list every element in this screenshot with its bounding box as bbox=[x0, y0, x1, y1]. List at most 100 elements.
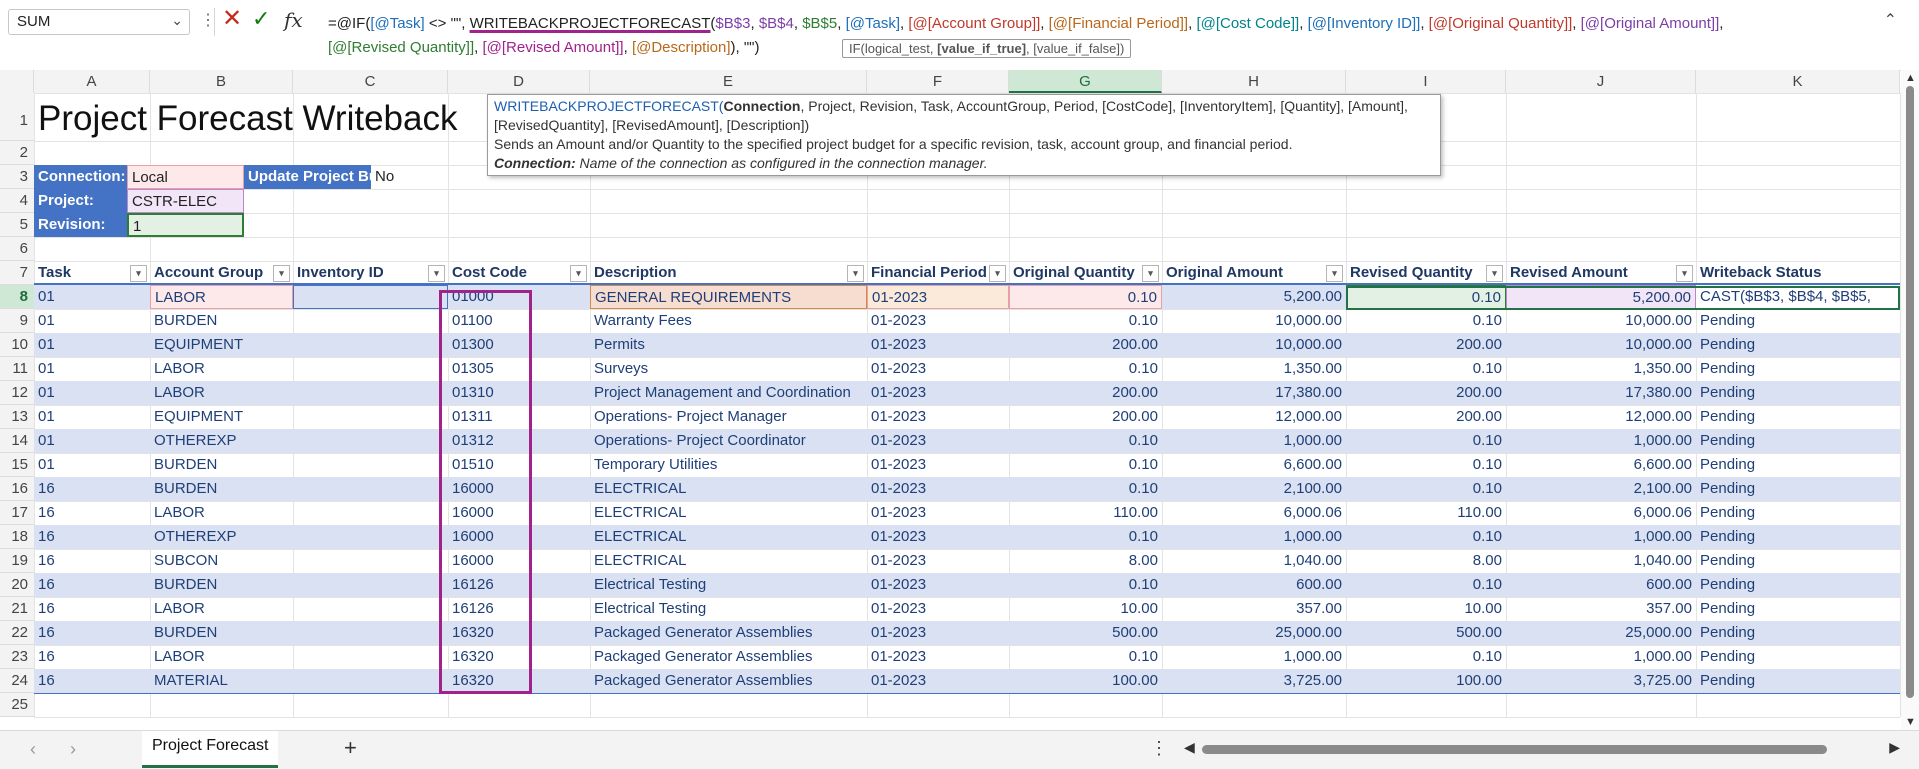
table-cell[interactable]: MATERIAL bbox=[150, 669, 293, 693]
table-cell[interactable] bbox=[293, 501, 448, 525]
row-header-20[interactable]: 20 bbox=[0, 573, 34, 597]
table-cell[interactable]: 10,000.00 bbox=[1506, 333, 1696, 357]
row-header-7[interactable]: 7 bbox=[0, 261, 34, 285]
table-cell[interactable]: 10,000.00 bbox=[1506, 309, 1696, 333]
row-header-15[interactable]: 15 bbox=[0, 453, 34, 477]
table-cell[interactable]: Pending bbox=[1696, 381, 1900, 405]
enter-check-icon[interactable]: ✓ bbox=[252, 7, 270, 31]
table-cell[interactable]: 01 bbox=[34, 405, 150, 429]
table-cell[interactable]: 0.10 bbox=[1009, 285, 1162, 309]
table-cell[interactable]: 1,350.00 bbox=[1506, 357, 1696, 381]
table-cell[interactable]: 1,000.00 bbox=[1162, 645, 1346, 669]
table-cell[interactable]: Surveys bbox=[590, 357, 867, 381]
filter-dropdown-icon[interactable]: ▾ bbox=[570, 265, 587, 282]
table-cell[interactable]: 01-2023 bbox=[867, 525, 1009, 549]
row-header-2[interactable]: 2 bbox=[0, 141, 34, 165]
table-cell[interactable]: 600.00 bbox=[1506, 573, 1696, 597]
table-cell[interactable]: 8.00 bbox=[1346, 549, 1506, 573]
table-cell[interactable]: 16 bbox=[34, 573, 150, 597]
column-header-g[interactable]: G bbox=[1009, 70, 1162, 93]
column-header-f[interactable]: F bbox=[867, 70, 1009, 93]
table-cell[interactable]: 110.00 bbox=[1009, 501, 1162, 525]
worksheet-grid[interactable]: Project Forecast Writeback Connection: L… bbox=[34, 93, 1901, 723]
table-cell[interactable]: Electrical Testing bbox=[590, 573, 867, 597]
table-cell[interactable]: 0.10 bbox=[1009, 453, 1162, 477]
table-cell[interactable]: Pending bbox=[1696, 501, 1900, 525]
table-cell[interactable]: Pending bbox=[1696, 597, 1900, 621]
table-cell[interactable]: 1,350.00 bbox=[1162, 357, 1346, 381]
table-cell[interactable] bbox=[293, 573, 448, 597]
connection-value[interactable]: Local bbox=[127, 165, 244, 189]
table-cell[interactable]: 0.10 bbox=[1009, 357, 1162, 381]
revision-label[interactable]: Revision: bbox=[34, 213, 127, 237]
table-cell[interactable]: 16 bbox=[34, 477, 150, 501]
table-cell[interactable]: 01 bbox=[34, 285, 150, 309]
table-header[interactable]: Description ▾ bbox=[590, 261, 867, 285]
table-cell[interactable]: 16 bbox=[34, 525, 150, 549]
table-cell[interactable]: Pending bbox=[1696, 333, 1900, 357]
row-header-18[interactable]: 18 bbox=[0, 525, 34, 549]
table-cell[interactable]: 25,000.00 bbox=[1162, 621, 1346, 645]
table-header[interactable]: Original Amount ▾ bbox=[1162, 261, 1346, 285]
table-cell[interactable]: 01 bbox=[34, 453, 150, 477]
table-cell[interactable]: 100.00 bbox=[1009, 669, 1162, 693]
table-cell[interactable]: Pending bbox=[1696, 357, 1900, 381]
column-header-c[interactable]: C bbox=[293, 70, 448, 93]
table-cell[interactable]: 200.00 bbox=[1009, 405, 1162, 429]
vertical-scroll-thumb[interactable] bbox=[1906, 86, 1914, 698]
table-cell[interactable]: 110.00 bbox=[1346, 501, 1506, 525]
row-header-6[interactable]: 6 bbox=[0, 237, 34, 261]
table-cell[interactable]: 200.00 bbox=[1009, 333, 1162, 357]
row-header-21[interactable]: 21 bbox=[0, 597, 34, 621]
table-cell[interactable]: Pending bbox=[1696, 453, 1900, 477]
table-cell[interactable]: 6,000.06 bbox=[1162, 501, 1346, 525]
table-cell[interactable]: 0.10 bbox=[1346, 453, 1506, 477]
filter-dropdown-icon[interactable]: ▾ bbox=[1142, 265, 1159, 282]
filter-dropdown-icon[interactable]: ▾ bbox=[989, 265, 1006, 282]
table-cell[interactable]: Pending bbox=[1696, 549, 1900, 573]
table-cell[interactable]: 1,000.00 bbox=[1162, 525, 1346, 549]
table-cell[interactable]: ELECTRICAL bbox=[590, 501, 867, 525]
table-cell[interactable]: Project Management and Coordination bbox=[590, 381, 867, 405]
table-cell[interactable]: 01-2023 bbox=[867, 453, 1009, 477]
table-cell[interactable] bbox=[293, 549, 448, 573]
table-cell[interactable]: ELECTRICAL bbox=[590, 477, 867, 501]
row-header-10[interactable]: 10 bbox=[0, 333, 34, 357]
table-cell[interactable]: 200.00 bbox=[1346, 381, 1506, 405]
table-cell[interactable] bbox=[293, 669, 448, 693]
table-cell[interactable]: 500.00 bbox=[1009, 621, 1162, 645]
table-cell[interactable]: LABOR bbox=[150, 381, 293, 405]
row-header-9[interactable]: 9 bbox=[0, 309, 34, 333]
table-cell[interactable]: 01-2023 bbox=[867, 573, 1009, 597]
table-cell[interactable]: Operations- Project Manager bbox=[590, 405, 867, 429]
table-cell[interactable]: Pending bbox=[1696, 405, 1900, 429]
table-cell[interactable]: 01-2023 bbox=[867, 549, 1009, 573]
horizontal-scrollbar[interactable]: ◀ ▶ bbox=[1180, 739, 1900, 757]
table-cell[interactable]: 0.10 bbox=[1346, 309, 1506, 333]
table-cell[interactable]: 1,000.00 bbox=[1162, 429, 1346, 453]
table-cell[interactable]: SUBCON bbox=[150, 549, 293, 573]
column-header-h[interactable]: H bbox=[1162, 70, 1346, 93]
table-header[interactable]: Cost Code ▾ bbox=[448, 261, 590, 285]
column-header-d[interactable]: D bbox=[448, 70, 590, 93]
column-header-i[interactable]: I bbox=[1346, 70, 1506, 93]
table-cell[interactable]: Packaged Generator Assemblies bbox=[590, 669, 867, 693]
table-cell[interactable] bbox=[293, 405, 448, 429]
table-cell[interactable]: Warranty Fees bbox=[590, 309, 867, 333]
sheet-tab-project-forecast[interactable]: Project Forecast bbox=[142, 731, 279, 768]
table-cell[interactable]: 0.10 bbox=[1346, 525, 1506, 549]
table-cell[interactable] bbox=[293, 453, 448, 477]
connection-label[interactable]: Connection: bbox=[34, 165, 127, 189]
table-cell[interactable] bbox=[293, 597, 448, 621]
table-cell[interactable]: 0.10 bbox=[1346, 645, 1506, 669]
chevron-up-icon[interactable]: ⌃ bbox=[1884, 10, 1897, 30]
table-cell[interactable] bbox=[293, 525, 448, 549]
filter-dropdown-icon[interactable]: ▾ bbox=[1486, 265, 1503, 282]
table-cell[interactable]: 0.10 bbox=[1009, 645, 1162, 669]
table-cell[interactable]: 01 bbox=[34, 357, 150, 381]
filter-dropdown-icon[interactable]: ▾ bbox=[273, 265, 290, 282]
table-cell[interactable]: 200.00 bbox=[1346, 405, 1506, 429]
table-header[interactable]: Revised Quantity ▾ bbox=[1346, 261, 1506, 285]
row-header-17[interactable]: 17 bbox=[0, 501, 34, 525]
table-header[interactable]: Financial Period ▾ bbox=[867, 261, 1009, 285]
